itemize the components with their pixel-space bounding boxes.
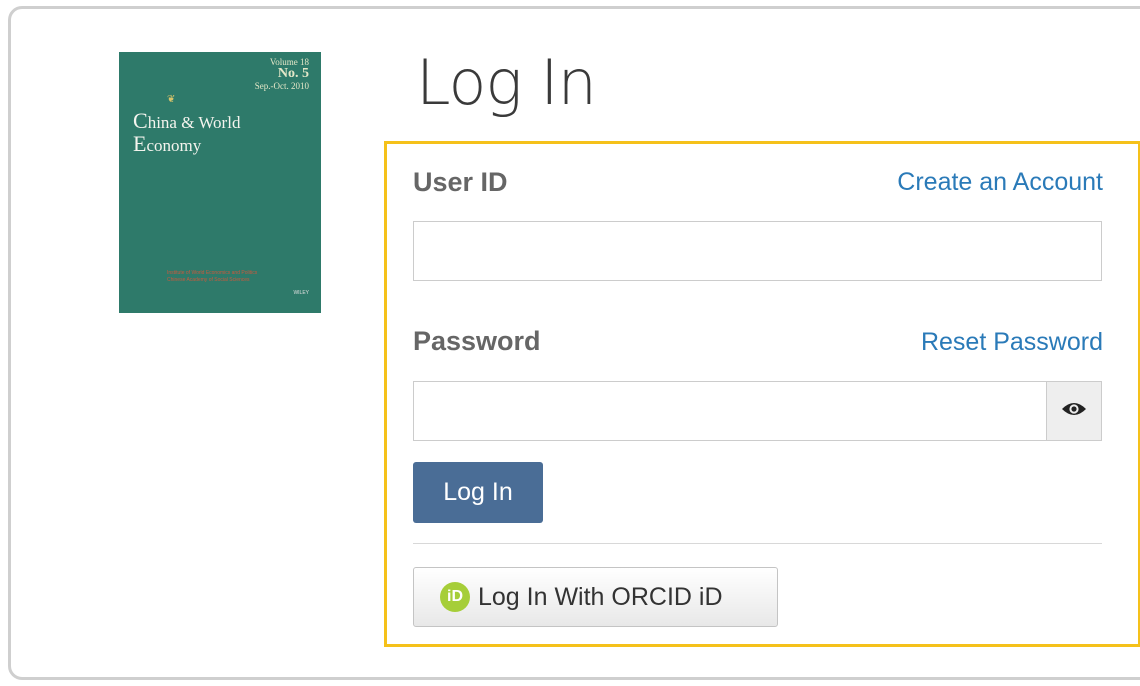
password-label: Password xyxy=(413,326,541,356)
divider xyxy=(413,543,1102,544)
reset-password-link[interactable]: Reset Password xyxy=(921,328,1103,357)
cover-title-initial-1: C xyxy=(133,108,148,133)
journal-cover: Volume 18 No. 5 Sep.-Oct. 2010 ❦ China &… xyxy=(119,52,321,313)
cover-publisher: Institute of World Economics and Politic… xyxy=(167,270,257,284)
cover-publisher-line-1: Institute of World Economics and Politic… xyxy=(167,270,258,276)
cover-title-rest-2: conomy xyxy=(146,136,202,155)
page-title: Log In xyxy=(416,46,597,119)
cover-number: No. 5 xyxy=(277,66,309,82)
eye-icon xyxy=(1061,401,1087,422)
cover-publisher-logo: WILEY xyxy=(293,290,309,296)
cover-date: Sep.-Oct. 2010 xyxy=(254,81,309,92)
cover-ornament-icon: ❦ xyxy=(167,94,176,105)
cover-title-initial-2: E xyxy=(133,131,147,156)
user-id-label: User ID xyxy=(413,167,508,197)
login-button[interactable]: Log In xyxy=(413,462,543,523)
orcid-login-button[interactable]: iD Log In With ORCID iD xyxy=(413,567,778,627)
user-id-input[interactable] xyxy=(413,221,1102,281)
orcid-login-label: Log In With ORCID iD xyxy=(478,582,723,611)
create-account-link[interactable]: Create an Account xyxy=(897,168,1103,197)
password-input[interactable] xyxy=(413,381,1047,441)
show-password-button[interactable] xyxy=(1046,381,1102,441)
cover-publisher-line-2: Chinese Academy of Social Sciences xyxy=(167,277,250,283)
cover-title-rest-1: hina & World xyxy=(147,113,241,132)
orcid-icon: iD xyxy=(440,582,470,612)
cover-title: China & World Economy xyxy=(133,110,240,156)
cover-issue-info: Volume 18 No. 5 Sep.-Oct. 2010 xyxy=(254,57,309,92)
